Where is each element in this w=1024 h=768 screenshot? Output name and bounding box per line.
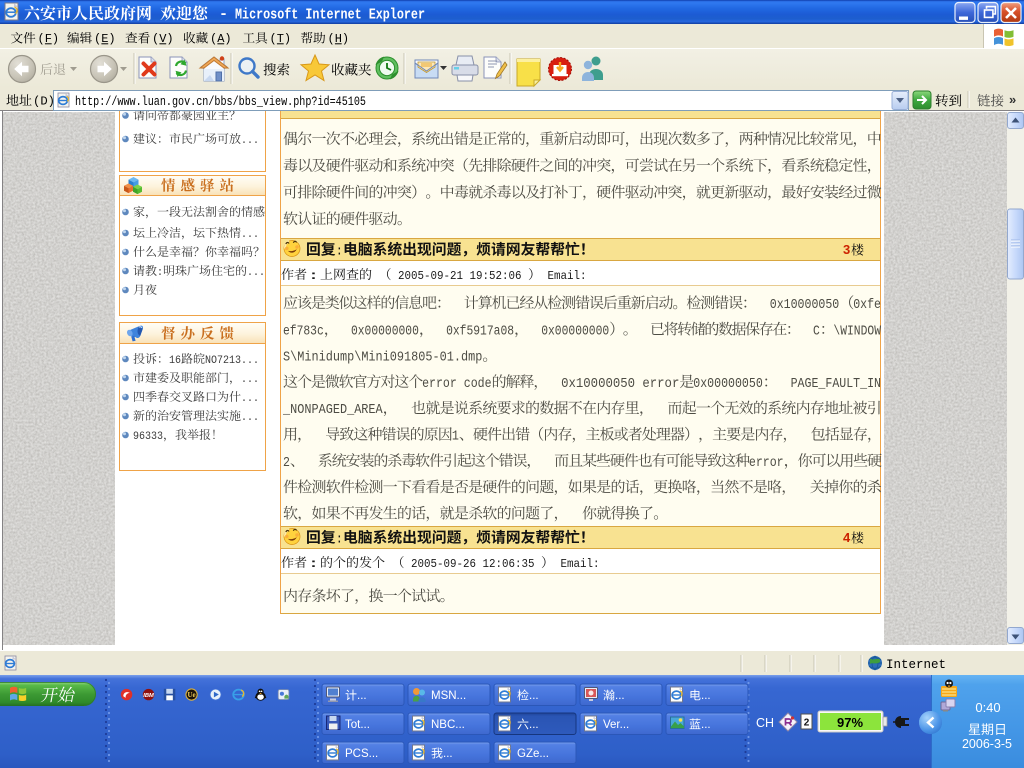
- svg-text:...: ...: [357, 690, 367, 702]
- svg-text:Email:: Email:: [548, 269, 587, 283]
- svg-text:IBM: IBM: [143, 693, 154, 699]
- svg-text:2005-09-26 12:06:35: 2005-09-26 12:06:35: [411, 557, 535, 571]
- svg-text:...: ...: [701, 690, 711, 702]
- svg-text:NO7213: NO7213: [205, 355, 241, 367]
- svg-text:0xfe: 0xfe: [853, 298, 881, 313]
- svg-text:0x10000050: 0x10000050: [770, 298, 840, 313]
- svg-text:4: 4: [843, 530, 851, 545]
- svg-text:2: 2: [283, 456, 290, 471]
- svg-text:ef783c: ef783c: [283, 324, 324, 339]
- svg-text:0x00000050: 0x00000050: [693, 377, 763, 392]
- svg-text:_NONPAGED_AREA: _NONPAGED_AREA: [282, 403, 383, 418]
- svg-text:...: ...: [529, 719, 539, 731]
- svg-text:0x10000050 error: 0x10000050 error: [561, 377, 679, 392]
- svg-text:...: ...: [241, 135, 259, 147]
- svg-text:Tot...: Tot...: [345, 719, 370, 731]
- svg-text:...: ...: [241, 412, 259, 424]
- svg-text::: :: [307, 269, 320, 283]
- svg-text:(D): (D): [33, 95, 55, 109]
- svg-text:...: ...: [241, 374, 259, 386]
- svg-text:16: 16: [169, 355, 181, 367]
- svg-text:Microsoft Internet Explorer: Microsoft Internet Explorer: [235, 8, 425, 24]
- svg-text:Ver...: Ver...: [603, 719, 629, 731]
- svg-text:3: 3: [843, 242, 850, 257]
- svg-text:0xf5917a08: 0xf5917a08: [446, 324, 514, 339]
- svg-text:error: error: [749, 456, 784, 471]
- svg-text:C: C: [813, 324, 820, 339]
- svg-text:»: »: [1009, 92, 1016, 107]
- svg-text:0x00000000: 0x00000000: [541, 324, 609, 339]
- svg-text::: :: [157, 267, 163, 279]
- svg-text:...: ...: [443, 748, 453, 760]
- svg-text:96333: 96333: [133, 431, 163, 443]
- svg-text:...: ...: [241, 229, 259, 241]
- svg-text:\WINDOW: \WINDOW: [833, 324, 881, 339]
- svg-text:PAGE_FAULT_IN: PAGE_FAULT_IN: [791, 377, 881, 392]
- svg-text::: :: [307, 557, 320, 571]
- svg-text:97%: 97%: [837, 715, 863, 730]
- svg-text:Email:: Email:: [561, 557, 600, 571]
- svg-text::: :: [336, 244, 343, 259]
- svg-text:Ue: Ue: [187, 691, 195, 699]
- svg-text:0:40: 0:40: [975, 700, 1000, 715]
- svg-text:...: ...: [241, 393, 259, 405]
- svg-text:Internet: Internet: [886, 658, 946, 672]
- svg-text:1: 1: [452, 430, 459, 445]
- svg-text:NBC...: NBC...: [431, 719, 465, 731]
- svg-text:...: ...: [615, 690, 625, 702]
- svg-text:...: ...: [247, 267, 265, 279]
- svg-text:PCS...: PCS...: [345, 748, 378, 760]
- svg-text:...: ...: [701, 719, 711, 731]
- svg-text:2006-3-5: 2006-3-5: [962, 737, 1012, 751]
- svg-text:GZe...: GZe...: [517, 748, 549, 760]
- svg-text:...: ...: [529, 690, 539, 702]
- svg-text:S\Minidump\Mini091805-01.dmp: S\Minidump\Mini091805-01.dmp: [283, 351, 482, 366]
- svg-text::: :: [336, 532, 343, 547]
- svg-text:...: ...: [241, 355, 259, 367]
- svg-text:2: 2: [804, 718, 810, 729]
- svg-text:-: -: [219, 6, 228, 23]
- svg-text:MSN...: MSN...: [431, 690, 466, 702]
- svg-text:0x00000000: 0x00000000: [351, 324, 419, 339]
- svg-text:2005-09-21 19:52:06: 2005-09-21 19:52:06: [398, 269, 522, 283]
- svg-text:http://www.luan.gov.cn/bbs/bbs: http://www.luan.gov.cn/bbs/bbs_view.php?…: [75, 94, 366, 109]
- svg-text:error code: error code: [422, 377, 492, 392]
- svg-text:CH: CH: [756, 716, 774, 730]
